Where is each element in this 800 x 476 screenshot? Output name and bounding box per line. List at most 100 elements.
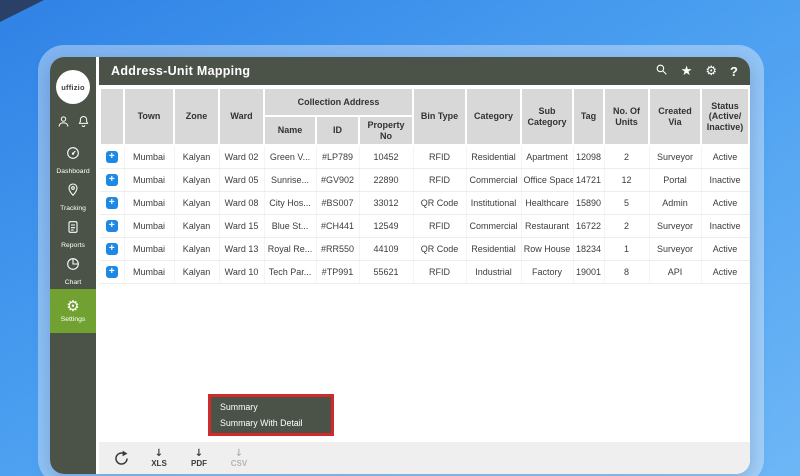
table-body: +MumbaiKalyanWard 02Green V...#LP7891045…: [100, 145, 749, 284]
row-expand-cell: +: [100, 238, 124, 261]
cell-category: Residential: [466, 145, 521, 169]
export-label: PDF: [191, 459, 207, 468]
header-ward: Ward: [219, 88, 264, 145]
cell-bin_type: QR Code: [413, 192, 466, 215]
cell-category: Residential: [466, 238, 521, 261]
cell-ward: Ward 13: [219, 238, 264, 261]
sidebar-item-chart[interactable]: Chart: [50, 252, 96, 289]
uffizio-logo[interactable]: uffizio: [56, 70, 90, 104]
header-category: Category: [466, 88, 521, 145]
cell-units: 12: [604, 169, 649, 192]
sidebar-item-label: Settings: [61, 316, 86, 323]
header-expander: [100, 88, 124, 145]
expand-row-button[interactable]: +: [106, 151, 118, 163]
cell-town: Mumbai: [124, 261, 174, 284]
page-title: Address-Unit Mapping: [111, 64, 250, 78]
sidebar-item-label: Dashboard: [56, 168, 89, 175]
expand-row-button[interactable]: +: [106, 220, 118, 232]
header-tag: Tag: [573, 88, 604, 145]
titlebar: Address-Unit Mapping ★ ⚙ ?: [99, 57, 750, 85]
sidebar-item-label: Chart: [65, 279, 82, 286]
cell-property_no: 44109: [359, 238, 413, 261]
cell-zone: Kalyan: [174, 261, 219, 284]
sidebar-item-tracking[interactable]: Tracking: [50, 178, 96, 215]
table-row: +MumbaiKalyanWard 15Blue St...#CH4411254…: [100, 215, 749, 238]
background-decoration: [0, 0, 44, 22]
export-label: XLS: [151, 459, 167, 468]
settings-gear-icon: ⚙: [66, 299, 79, 314]
sidebar-item-reports[interactable]: Reports: [50, 215, 96, 252]
expand-row-button[interactable]: +: [106, 197, 118, 209]
header-name: Name: [264, 116, 316, 145]
export-pdf-button[interactable]: ↓ PDF: [187, 449, 211, 468]
main-content: Address-Unit Mapping ★ ⚙ ?: [99, 57, 750, 474]
sidebar-nav: Dashboard Tracking: [50, 141, 96, 333]
export-toolbar: ↓ XLS ↓ PDF ↓ CSV: [99, 442, 750, 474]
cell-ward: Ward 02: [219, 145, 264, 169]
table-row: +MumbaiKalyanWard 05Sunrise...#GV9022289…: [100, 169, 749, 192]
desktop-background: uffizio: [0, 0, 800, 476]
cell-property_no: 55621: [359, 261, 413, 284]
gear-icon[interactable]: ⚙: [705, 65, 717, 78]
download-icon: ↓: [235, 449, 243, 458]
cell-ward: Ward 05: [219, 169, 264, 192]
sidebar-item-settings[interactable]: ⚙ Settings: [50, 289, 96, 333]
cell-status: Active: [701, 238, 749, 261]
expand-row-button[interactable]: +: [106, 243, 118, 255]
row-expand-cell: +: [100, 261, 124, 284]
help-icon[interactable]: ?: [730, 65, 738, 78]
row-expand-cell: +: [100, 169, 124, 192]
cell-tag: 12098: [573, 145, 604, 169]
cell-id: #RR550: [316, 238, 359, 261]
cell-zone: Kalyan: [174, 169, 219, 192]
cell-bin_type: RFID: [413, 261, 466, 284]
cell-name: Sunrise...: [264, 169, 316, 192]
cell-status: Active: [701, 192, 749, 215]
popup-item-summary-with-detail[interactable]: Summary With Detail: [211, 415, 331, 431]
reports-icon: [65, 219, 81, 240]
expand-row-button[interactable]: +: [106, 266, 118, 278]
header-created-via: Created Via: [649, 88, 701, 145]
sidebar-item-dashboard[interactable]: Dashboard: [50, 141, 96, 178]
cell-property_no: 33012: [359, 192, 413, 215]
cell-tag: 19001: [573, 261, 604, 284]
cell-town: Mumbai: [124, 192, 174, 215]
table-row: +MumbaiKalyanWard 10Tech Par...#TP991556…: [100, 261, 749, 284]
header-units: No. Of Units: [604, 88, 649, 145]
cell-tag: 15890: [573, 192, 604, 215]
cell-status: Active: [701, 261, 749, 284]
header-town: Town: [124, 88, 174, 145]
cell-units: 1: [604, 238, 649, 261]
sidebar-item-label: Reports: [61, 242, 85, 249]
cell-created_via: Surveyor: [649, 215, 701, 238]
cell-id: #TP991: [316, 261, 359, 284]
cell-category: Institutional: [466, 192, 521, 215]
refresh-icon[interactable]: [111, 448, 131, 468]
tracking-icon: [65, 182, 81, 203]
cell-sub_category: Healthcare: [521, 192, 573, 215]
cell-sub_category: Restaurant: [521, 215, 573, 238]
cell-name: Tech Par...: [264, 261, 316, 284]
cell-id: #GV902: [316, 169, 359, 192]
cell-bin_type: RFID: [413, 215, 466, 238]
user-icon[interactable]: [56, 114, 71, 129]
expand-row-button[interactable]: +: [106, 174, 118, 186]
export-csv-button[interactable]: ↓ CSV: [227, 449, 251, 468]
bell-icon[interactable]: [76, 114, 91, 129]
header-sub-category: Sub Category: [521, 88, 573, 145]
cell-status: Active: [701, 145, 749, 169]
row-expand-cell: +: [100, 192, 124, 215]
cell-town: Mumbai: [124, 145, 174, 169]
table-row: +MumbaiKalyanWard 13Royal Re...#RR550441…: [100, 238, 749, 261]
download-icon: ↓: [155, 449, 163, 458]
logo-text: uffizio: [61, 83, 84, 92]
search-icon[interactable]: [655, 63, 668, 79]
cell-bin_type: RFID: [413, 169, 466, 192]
table-row: +MumbaiKalyanWard 08City Hos...#BS007330…: [100, 192, 749, 215]
export-xls-button[interactable]: ↓ XLS: [147, 449, 171, 468]
star-icon[interactable]: ★: [681, 65, 693, 78]
cell-town: Mumbai: [124, 169, 174, 192]
header-status: Status (Active/ Inactive): [701, 88, 749, 145]
cell-category: Industrial: [466, 261, 521, 284]
popup-item-summary[interactable]: Summary: [211, 399, 331, 415]
